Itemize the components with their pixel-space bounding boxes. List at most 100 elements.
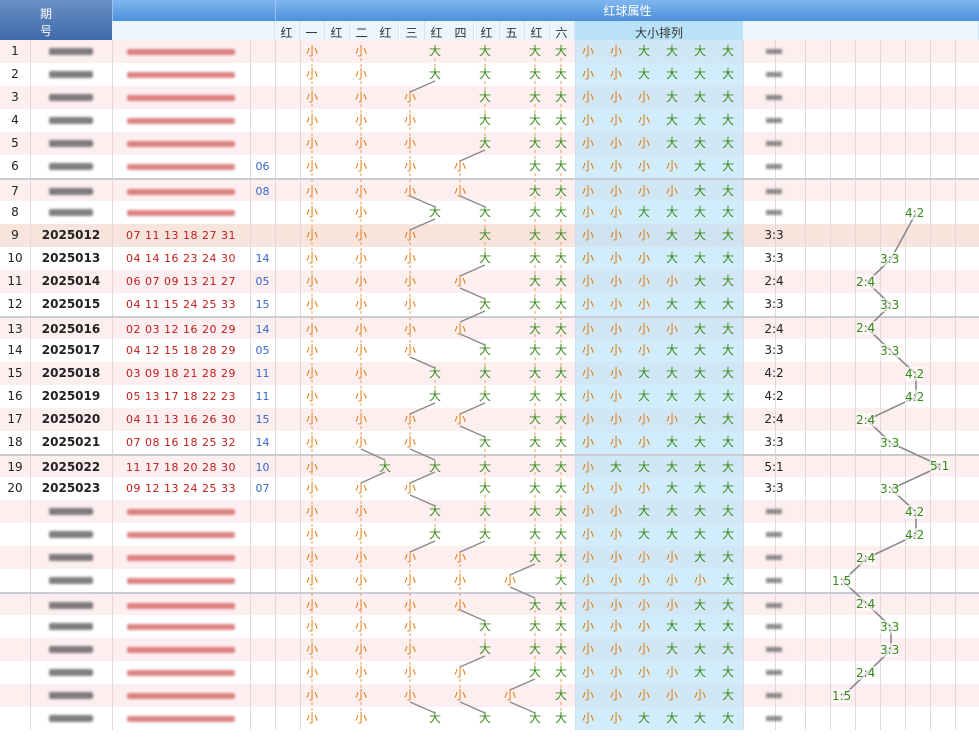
table-row[interactable]: 9 2025012 07 11 13 18 27 31 小小小大大大小小小大大大 3:3 — [0, 224, 979, 247]
table-row[interactable]: 小小大大大大小小大大大大 — [0, 707, 979, 730]
row-index: 18 — [7, 435, 23, 449]
grid-line — [905, 638, 906, 661]
red-1-size-mark: 小 — [305, 389, 318, 403]
size-order-mark: 小 — [581, 412, 594, 426]
red-2-size-mark: 小 — [354, 711, 367, 725]
table-row[interactable]: 12 2025015 04 11 15 24 25 33 15 小小小大大大小小小大大大… — [0, 293, 979, 316]
grid-line — [930, 86, 931, 109]
blurred-period — [48, 109, 94, 132]
grid-line — [955, 180, 956, 203]
table-row[interactable]: 小小小大大大小小小大大大 — [0, 638, 979, 661]
red-1-size-mark: 小 — [305, 251, 318, 265]
red-5-size-mark: 大 — [528, 322, 541, 336]
table-row[interactable]: 小小大大大大小小大大大大 — [0, 523, 979, 546]
table-row[interactable]: 13 2025016 02 03 12 16 20 29 14 小小小小大大小小小小大大… — [0, 316, 979, 341]
size-order-mark: 小 — [609, 297, 622, 311]
grid-line — [743, 477, 744, 500]
table-row[interactable]: 20 2025023 09 12 13 24 25 33 07 小小小大大大小小小大大大… — [0, 477, 979, 500]
blurred-ratio — [760, 594, 788, 617]
size-order-mark: 小 — [581, 665, 594, 679]
table-row[interactable]: 2小小大大大大小小大大大大 — [0, 63, 979, 86]
row-index — [0, 638, 30, 661]
grid-line — [880, 707, 881, 730]
size-order-mark: 大 — [693, 435, 706, 449]
grid-line — [830, 247, 831, 270]
grid-line — [743, 707, 744, 730]
red-1-size-mark: 小 — [305, 297, 318, 311]
table-row[interactable]: 17 2025020 04 11 13 16 26 30 15 小小小小大大小小小小大大… — [0, 408, 979, 431]
red-2-size-mark: 小 — [354, 251, 367, 265]
grid-line — [930, 661, 931, 684]
grid-line — [743, 86, 744, 109]
blurred-ratio — [760, 109, 788, 132]
blurred-period — [48, 569, 94, 592]
grid-line — [275, 201, 276, 224]
red-3-size-mark: 小 — [403, 322, 416, 336]
red-4-size-mark: 小 — [453, 665, 466, 679]
size-order-mark: 大 — [721, 481, 734, 495]
table-row[interactable]: 15 2025018 03 09 18 21 28 29 11 小小大大大大小小大大大大… — [0, 362, 979, 385]
red-2-size-mark: 小 — [354, 504, 367, 518]
size-order-mark: 大 — [721, 598, 734, 612]
red-3-size-mark: 小 — [403, 435, 416, 449]
table-row[interactable]: 6 06 小小小小大大小小小小大大 — [0, 155, 979, 178]
size-order-mark: 大 — [721, 322, 734, 336]
table-row[interactable]: 1小小大大大大小小大大大大 — [0, 40, 979, 63]
grid-line — [955, 523, 956, 546]
grid-line — [905, 707, 906, 730]
grid-line — [930, 293, 931, 316]
grid-line — [805, 109, 806, 132]
table-row[interactable]: 16 2025019 05 13 17 18 22 23 11 小小大大大大小小大大大大… — [0, 385, 979, 408]
grid-line — [880, 201, 881, 224]
table-row[interactable]: 18 2025021 07 08 16 18 25 32 14 小小小大大大小小小大大大… — [0, 431, 979, 454]
table-row[interactable]: 小小小小大大小小小小大大 — [0, 546, 979, 569]
blurred-ratio — [760, 661, 788, 684]
table-row[interactable]: 8小小大大大大小小大大大大 — [0, 201, 979, 224]
blue-ball — [250, 109, 275, 132]
red-5-size-mark: 大 — [528, 481, 541, 495]
red-4-size-mark: 大 — [478, 435, 491, 449]
red-balls: 09 12 13 24 25 33 — [126, 482, 236, 495]
grid-line — [955, 63, 956, 86]
size-order-mark: 小 — [609, 205, 622, 219]
table-row[interactable]: 小小小小大大小小小小大大 — [0, 592, 979, 617]
grid-line — [743, 684, 744, 707]
table-row[interactable]: 小小小小大大小小小小大大 — [0, 661, 979, 684]
row-index: 2 — [11, 67, 19, 81]
period-number: 2025013 — [41, 251, 101, 265]
table-row[interactable]: 3小小小大大大小小小大大大 — [0, 86, 979, 109]
size-order-mark: 大 — [693, 389, 706, 403]
grid-line — [855, 638, 856, 661]
grid-line — [930, 40, 931, 63]
table-row[interactable]: 19 2025022 11 17 18 20 28 30 10 小大大大大大小大大大大大… — [0, 454, 979, 479]
red-3-size-mark: 小 — [403, 550, 416, 564]
table-row[interactable]: 7 08 小小小小大大小小小小大大 — [0, 178, 979, 203]
table-row[interactable]: 14 2025017 04 12 15 18 28 29 05 小小小大大大小小小大大大… — [0, 339, 979, 362]
red-5-size-mark: 大 — [528, 527, 541, 541]
red-2-size-mark: 小 — [354, 159, 367, 173]
red-5-size-mark: 大 — [528, 435, 541, 449]
grid-line — [955, 500, 956, 523]
row-index: 19 — [7, 460, 23, 474]
grid-line — [275, 339, 276, 362]
table-row[interactable]: 10 2025013 04 14 16 23 24 30 14 小小小大大大小小小大大大… — [0, 247, 979, 270]
table-row[interactable]: 5小小小大大大小小小大大大 — [0, 132, 979, 155]
size-order-mark: 大 — [721, 159, 734, 173]
grid-line — [855, 155, 856, 178]
table-row[interactable]: 小小小大大大小小小大大大 — [0, 615, 979, 638]
table-row[interactable]: 小小大大大大小小大大大大 — [0, 500, 979, 523]
blurred-ratio — [760, 40, 788, 63]
red-3-size-mark: 大 — [428, 205, 441, 219]
size-order-mark: 小 — [581, 343, 594, 357]
table-row[interactable]: 4小小小大大大小小小大大大 — [0, 109, 979, 132]
blurred-red-balls — [122, 684, 240, 707]
red-6-size-mark: 大 — [554, 205, 567, 219]
period-header[interactable]: 期 号 — [30, 0, 112, 43]
grid-line — [955, 247, 956, 270]
size-order-mark: 小 — [637, 113, 650, 127]
red-3-size-mark: 小 — [403, 251, 416, 265]
size-order-mark: 大 — [693, 527, 706, 541]
grid-line — [905, 155, 906, 178]
table-row[interactable]: 11 2025014 06 07 09 13 21 27 05 小小小小大大小小小小大大… — [0, 270, 979, 293]
blurred-red-balls — [122, 201, 240, 224]
